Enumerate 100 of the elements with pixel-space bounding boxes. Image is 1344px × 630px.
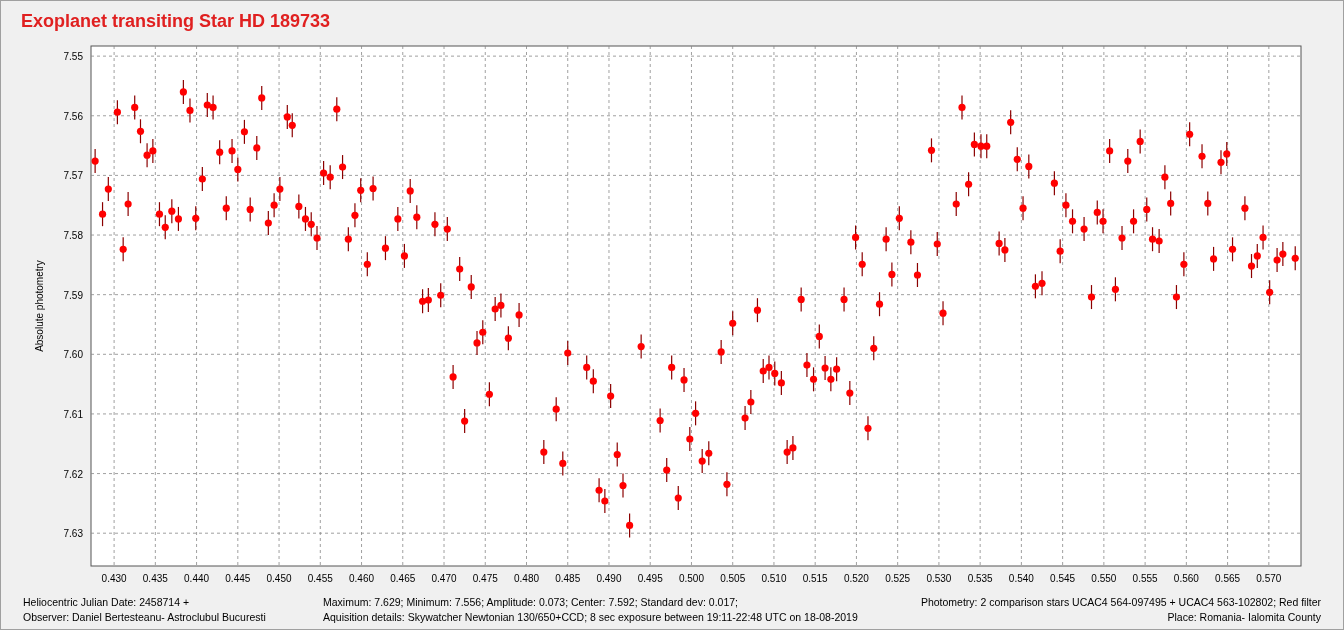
data-point [338,154,347,180]
data-point [222,195,230,221]
data-point [663,457,671,483]
data-point [301,206,310,232]
data-point [626,512,634,539]
data-point [443,216,451,242]
data-point [461,408,469,434]
data-point [174,206,183,232]
data-point [797,286,805,313]
x-tick-label: 0.555 [1132,573,1158,584]
y-tick-label: 7.62 [63,468,83,480]
x-tick-label: 0.470 [431,573,457,584]
data-point [933,231,941,257]
data-point [253,135,261,161]
data-point [515,302,523,328]
data-point [113,99,121,125]
data-point [809,366,818,392]
data-point [723,471,731,497]
x-tick-label: 0.540 [1008,573,1034,584]
data-point [1291,245,1299,271]
x-tick-label: 0.510 [761,573,787,584]
footer-text: Photometry: 2 comparison stars UCAC4 564-097495 + UCAC4 563-102802; Red filter [920,595,1321,610]
footer-text: Maximum: 7.629; Minimum: 7.556; Amplitude: 0.073; Center: 7.592; Standard dev: 0.017; [323,595,739,610]
data-point [1204,190,1212,217]
data-point [333,96,341,122]
data-point [674,485,682,511]
data-point [939,300,947,326]
x-tick-label: 0.550 [1091,573,1117,584]
data-point [864,415,872,441]
x-tick-label: 0.435 [142,573,168,584]
data-point [1111,276,1119,302]
data-point [216,139,224,165]
data-point [124,191,132,217]
data-point [1148,226,1157,252]
data-point [246,196,254,222]
data-point [1136,128,1144,154]
data-point [381,235,390,261]
x-tick-label: 0.460 [349,573,375,584]
data-point [559,450,567,477]
data-point [753,297,762,323]
data-point [1209,246,1218,272]
y-tick-label: 7.63 [63,528,83,540]
x-tick-label: 0.480 [514,573,539,584]
data-point [815,323,823,349]
data-point [1106,138,1114,164]
data-point [656,407,664,434]
data-point [1025,153,1033,180]
data-point [882,226,890,252]
data-point [1013,146,1021,172]
data-point [504,325,512,351]
data-point [437,282,445,308]
data-point [1172,284,1181,310]
data-point [958,94,966,120]
y-tick-label: 7.59 [63,289,83,301]
data-point [913,262,922,288]
data-point [119,236,127,262]
data-point [400,243,409,269]
data-point [136,118,145,144]
data-point [540,439,548,465]
data-point [485,381,493,407]
y-tick-label: 7.58 [63,230,83,242]
data-point [369,175,377,202]
x-tick-label: 0.520 [843,573,869,584]
data-point [668,354,676,381]
data-point [155,201,164,227]
x-tick-label: 0.525 [885,573,911,584]
data-point [875,291,884,317]
data-point [1129,208,1138,234]
data-point [552,396,560,422]
data-point [888,261,896,287]
y-tick-label: 7.60 [63,349,83,361]
x-tick-label: 0.515 [802,573,828,584]
data-point [965,171,973,197]
x-tick-label: 0.450 [266,573,292,584]
x-tick-label: 0.465 [390,573,416,584]
data-point [564,340,572,366]
data-point [98,201,107,227]
y-tick-label: 7.55 [63,51,83,63]
x-tick-label: 0.530 [926,573,952,584]
data-point [927,137,936,163]
data-point [1068,208,1077,234]
data-point [1247,253,1256,279]
data-point [1007,109,1015,135]
footer-text: Aquisition details: Skywatcher Newtonian 130/650+CCD; 8 sec exposure between 19:11-22:48 UTC on 18-08-2019 [323,610,859,625]
x-tick-label: 0.455 [307,573,333,584]
data-point [1198,143,1206,169]
data-point [1050,170,1058,196]
x-tick-label: 0.565 [1215,573,1241,584]
x-tick-label: 0.485 [555,573,581,584]
data-point [870,335,878,361]
data-point [467,274,475,300]
data-point [431,211,439,237]
data-point [1241,195,1249,221]
data-point [1186,121,1194,147]
x-tick-label: 0.505 [720,573,746,584]
data-point [258,85,266,111]
data-point [1087,284,1096,310]
x-tick-label: 0.570 [1256,573,1282,584]
x-tick-label: 0.445 [225,573,251,584]
y-axis-title: Absolute photometry [34,260,45,352]
